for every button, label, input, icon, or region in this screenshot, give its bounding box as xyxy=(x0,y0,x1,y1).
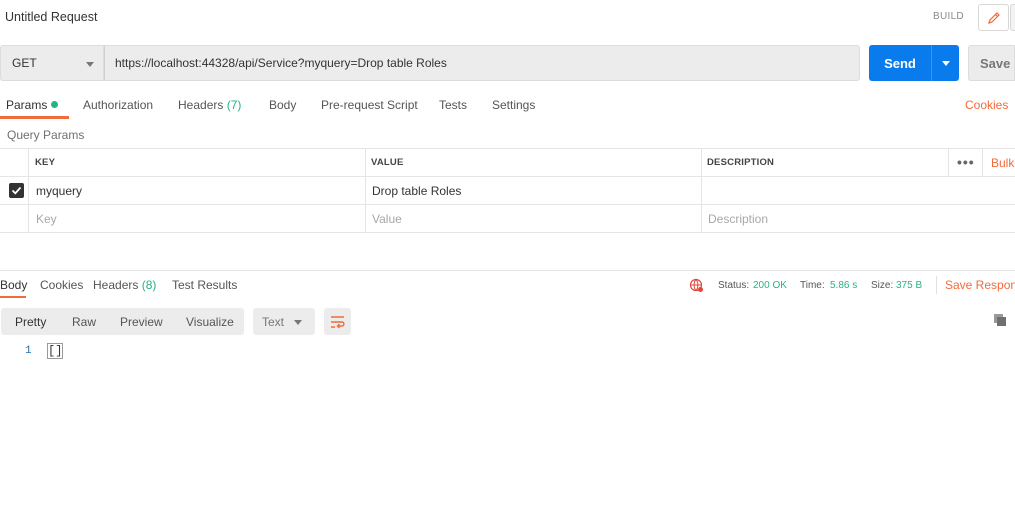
time-label: Time: xyxy=(800,280,825,291)
table-border-bottom xyxy=(0,232,1015,233)
url-input[interactable]: https://localhost:44328/api/Service?myqu… xyxy=(104,45,860,81)
response-headers-count: (8) xyxy=(141,278,157,292)
tab-tests[interactable]: Tests xyxy=(439,98,467,112)
table-divider xyxy=(0,176,1015,177)
column-header-description: DESCRIPTION xyxy=(707,157,775,168)
wrap-lines-icon xyxy=(330,315,345,328)
size-value[interactable]: 375 B xyxy=(896,280,922,291)
headers-count: (7) xyxy=(226,98,242,112)
tab-label: Headers xyxy=(178,98,224,112)
table-divider xyxy=(0,204,1015,205)
tab-params[interactable]: Params xyxy=(6,98,59,112)
response-body-text: [] xyxy=(46,343,64,359)
separator xyxy=(936,276,937,294)
globe-icon[interactable] xyxy=(689,278,704,293)
column-header-value: VALUE xyxy=(371,157,404,168)
param-value-input[interactable]: Drop table Roles xyxy=(372,184,461,198)
param-enabled-checkbox[interactable] xyxy=(9,183,24,198)
format-tab-preview[interactable]: Preview xyxy=(120,315,163,329)
tab-body[interactable]: Body xyxy=(269,98,296,112)
active-tab-underline xyxy=(0,116,69,119)
tab-label: Params xyxy=(6,98,48,112)
copy-icon[interactable] xyxy=(993,313,1007,327)
edit-button[interactable] xyxy=(978,4,1009,31)
param-description-input[interactable] xyxy=(708,184,938,200)
status-label: Status: xyxy=(718,280,750,291)
send-button[interactable]: Send xyxy=(869,45,931,81)
tab-authorization[interactable]: Authorization xyxy=(83,98,153,112)
active-indicator-dot xyxy=(51,101,59,108)
chevron-down-icon xyxy=(86,62,94,67)
tab-settings[interactable]: Settings xyxy=(492,98,535,112)
response-tab-test-results[interactable]: Test Results xyxy=(172,278,237,292)
comments-button[interactable] xyxy=(1010,4,1015,31)
tab-pre-request-script[interactable]: Pre-request Script xyxy=(321,98,418,112)
table-column-divider xyxy=(701,148,702,233)
send-options-button[interactable] xyxy=(931,45,959,81)
format-tab-raw[interactable]: Raw xyxy=(72,315,96,329)
new-param-description-input[interactable]: Description xyxy=(708,212,768,226)
language-select[interactable]: Text xyxy=(253,308,315,335)
request-title[interactable]: Untitled Request xyxy=(5,10,97,24)
save-response-button[interactable]: Save Respons xyxy=(945,278,1015,292)
response-tab-headers[interactable]: Headers (8) xyxy=(93,278,156,292)
table-column-divider xyxy=(365,148,366,233)
tab-label: Headers xyxy=(93,278,139,292)
bulk-edit-link[interactable]: Bulk xyxy=(991,156,1014,170)
method-value: GET xyxy=(12,56,37,70)
build-label[interactable]: BUILD xyxy=(933,11,964,22)
time-value[interactable]: 5.86 s xyxy=(830,280,857,291)
new-param-value-input[interactable]: Value xyxy=(372,212,402,226)
table-column-divider xyxy=(982,148,983,176)
response-tab-body[interactable]: Body xyxy=(0,278,27,292)
active-response-tab-underline xyxy=(0,296,26,298)
table-column-divider xyxy=(28,148,29,233)
cookies-link[interactable]: Cookies xyxy=(965,98,1008,112)
response-tab-cookies[interactable]: Cookies xyxy=(40,278,83,292)
query-params-label: Query Params xyxy=(7,128,85,142)
tab-headers[interactable]: Headers (7) xyxy=(178,98,241,112)
table-border-top xyxy=(0,148,1015,149)
new-param-key-input[interactable]: Key xyxy=(36,212,57,226)
method-select[interactable]: GET xyxy=(0,45,104,81)
line-number: 1 xyxy=(25,345,32,357)
format-tab-pretty[interactable]: Pretty xyxy=(15,315,46,329)
check-icon xyxy=(11,186,22,195)
chevron-down-icon xyxy=(294,320,302,325)
param-key-input[interactable]: myquery xyxy=(36,184,82,198)
response-divider xyxy=(0,270,1015,271)
language-value: Text xyxy=(262,314,285,329)
wrap-lines-button[interactable] xyxy=(324,308,351,335)
chevron-down-icon xyxy=(941,60,950,66)
more-options-button[interactable]: ••• xyxy=(957,154,975,170)
table-column-divider xyxy=(948,148,949,176)
pencil-icon xyxy=(987,11,1000,24)
column-header-key: KEY xyxy=(35,157,56,168)
format-tab-visualize[interactable]: Visualize xyxy=(186,315,234,329)
url-text: https://localhost:44328/api/Service?myqu… xyxy=(115,56,447,70)
save-button[interactable]: Save xyxy=(968,45,1015,81)
size-label: Size: xyxy=(871,280,894,291)
status-value[interactable]: 200 OK xyxy=(753,280,787,291)
response-body-line[interactable]: [] xyxy=(46,343,64,359)
